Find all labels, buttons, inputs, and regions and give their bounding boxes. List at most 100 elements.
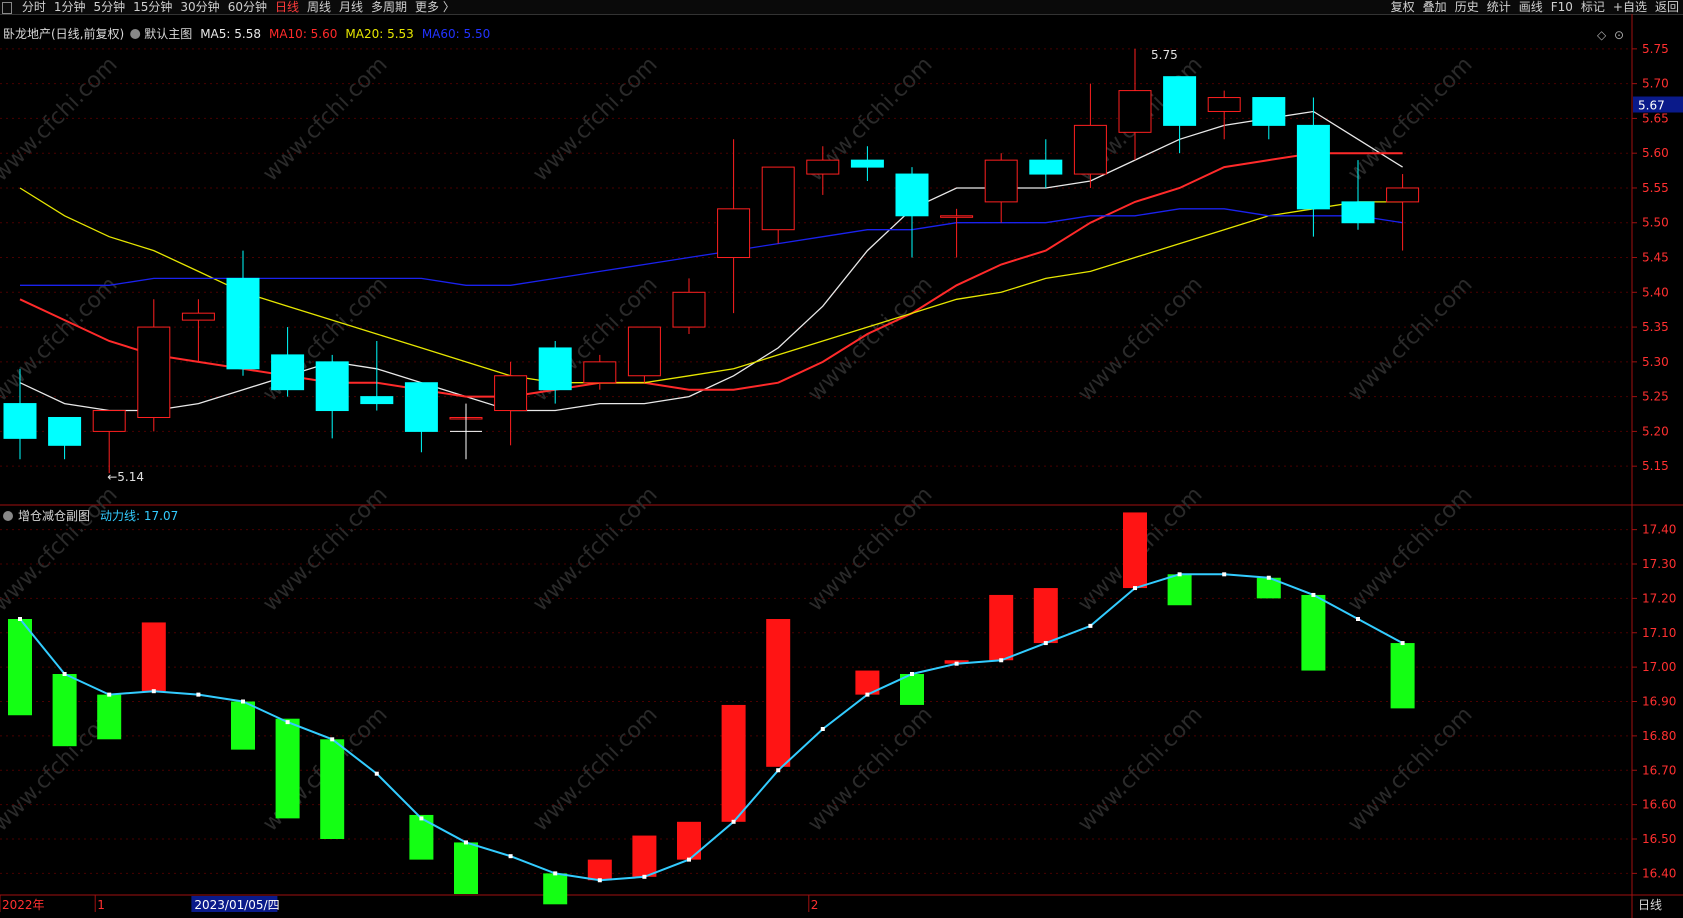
candle-body	[850, 159, 884, 168]
period-tab-1[interactable]: 1分钟	[50, 0, 90, 14]
sub-bar	[97, 694, 122, 740]
tool-button-7[interactable]: +自选	[1609, 0, 1651, 14]
sub-bar	[141, 622, 166, 692]
period-tab-8[interactable]: 月线	[335, 0, 367, 14]
ma-legend-0: MA5: 5.58	[200, 27, 261, 41]
candle-body	[1341, 201, 1375, 224]
x-axis-label: 2022年	[2, 898, 45, 912]
candle-body	[583, 361, 617, 384]
power-line-point	[776, 768, 781, 773]
main-panel-title: 卧龙地产(日线,前复权)	[3, 26, 124, 41]
power-line-point	[1311, 592, 1316, 597]
period-tab-4[interactable]: 30分钟	[176, 0, 223, 14]
watermark-text: www.cfchi.com	[1343, 52, 1477, 186]
period-toolbar: 分时 1分钟 5分钟 15分钟 30分钟 60分钟 日线 周线 月线 多周期 更多 〉 复权 叠加 历史…	[0, 0, 1683, 15]
candle-body	[806, 159, 840, 175]
candle-body	[627, 326, 661, 377]
power-line-point	[1088, 623, 1093, 628]
period-tab-9[interactable]: 多周期	[367, 0, 411, 14]
power-line-point	[954, 661, 959, 666]
power-line-point	[241, 699, 245, 704]
main-ytick-label: 5.70	[1642, 77, 1669, 91]
candle-body	[1163, 76, 1197, 126]
template-name: 默认主图	[144, 26, 192, 41]
candle-body	[1252, 97, 1286, 126]
candle-body	[92, 410, 126, 432]
watermark-text: www.cfchi.com	[258, 482, 392, 616]
candle-body	[1029, 159, 1063, 175]
watermark-text: www.cfchi.com	[1343, 482, 1477, 616]
sub-bar	[320, 739, 345, 839]
main-ytick-label: 5.40	[1642, 285, 1669, 299]
sub-bar	[275, 718, 300, 819]
watermark-text: www.cfchi.com	[528, 702, 662, 836]
power-line-point	[687, 857, 691, 862]
tool-button-3[interactable]: 统计	[1483, 0, 1515, 14]
cursor-date-label: 2023/01/05/四	[194, 898, 279, 912]
candle-body	[494, 375, 528, 412]
power-line-point	[464, 840, 468, 845]
period-label: 日线	[1638, 898, 1662, 912]
sub-bar	[1167, 574, 1192, 606]
sub-bar	[587, 859, 612, 881]
sub-bar	[1033, 588, 1058, 644]
power-line-point	[508, 854, 513, 859]
period-tab-5[interactable]: 60分钟	[224, 0, 271, 14]
power-line-point	[1356, 617, 1360, 621]
power-line-point	[1043, 641, 1048, 646]
tool-button-8[interactable]: 返回	[1651, 0, 1683, 14]
tool-button-4[interactable]: 画线	[1515, 0, 1547, 14]
power-line-point	[285, 720, 290, 725]
power-line-point	[151, 689, 156, 694]
tool-button-0[interactable]: 复权	[1387, 0, 1419, 14]
main-ytick-label: 5.55	[1642, 181, 1669, 195]
main-ytick-label: 5.30	[1642, 355, 1669, 369]
candle-body	[672, 291, 706, 328]
sub-ytick-label: 16.90	[1642, 695, 1676, 709]
watermark-text: www.cfchi.com	[528, 52, 662, 186]
sub-bar	[1301, 594, 1326, 671]
x-axis-label: 1	[97, 898, 105, 912]
power-line-point	[1266, 575, 1271, 580]
power-line-point	[374, 771, 379, 776]
tool-button-5[interactable]: F10	[1547, 0, 1577, 14]
power-line-point	[196, 692, 201, 697]
sub-bar	[543, 873, 568, 905]
watermark-text: www.cfchi.com	[528, 482, 662, 616]
tool-button-2[interactable]: 历史	[1451, 0, 1483, 14]
diamond-icon: ◇	[1597, 28, 1607, 42]
candle-body	[1207, 97, 1241, 112]
period-tab-3[interactable]: 15分钟	[129, 0, 176, 14]
candle-body	[271, 354, 305, 391]
power-line-point	[330, 737, 335, 742]
candle-body	[984, 159, 1018, 203]
candle-body	[538, 347, 572, 391]
ma-legend-3: MA60: 5.50	[422, 27, 490, 41]
power-line-point	[1133, 586, 1137, 591]
ma-legend-2: MA20: 5.53	[345, 27, 413, 41]
tool-button-6[interactable]: 标记	[1577, 0, 1609, 14]
power-line-point	[1400, 641, 1405, 646]
watermark-text: www.cfchi.com	[258, 52, 392, 186]
period-tab-6[interactable]: 日线	[271, 0, 303, 14]
period-tab-10[interactable]: 更多 〉	[411, 0, 459, 14]
main-ytick-label: 5.75	[1642, 42, 1669, 56]
main-ytick-label: 5.35	[1642, 320, 1669, 334]
sub-bar	[1123, 512, 1147, 589]
low-price-label: ←5.14	[107, 470, 144, 484]
sub-bar	[632, 835, 657, 877]
period-tab-7[interactable]: 周线	[303, 0, 335, 14]
power-line-point	[1177, 572, 1182, 577]
period-tab-2[interactable]: 5分钟	[89, 0, 129, 14]
sub-dropdown-icon	[3, 511, 13, 521]
sub-ytick-label: 17.40	[1642, 523, 1676, 537]
high-price-label: 5.75	[1151, 48, 1178, 62]
tool-button-1[interactable]: 叠加	[1419, 0, 1451, 14]
power-line-point	[597, 878, 602, 883]
sub-ytick-label: 17.30	[1642, 557, 1676, 571]
main-ytick-label: 5.50	[1642, 216, 1669, 230]
sub-ytick-label: 16.50	[1642, 832, 1676, 846]
period-tab-0[interactable]: 分时	[18, 0, 50, 14]
candle-body	[48, 416, 82, 446]
sub-ytick-label: 16.70	[1642, 763, 1676, 777]
